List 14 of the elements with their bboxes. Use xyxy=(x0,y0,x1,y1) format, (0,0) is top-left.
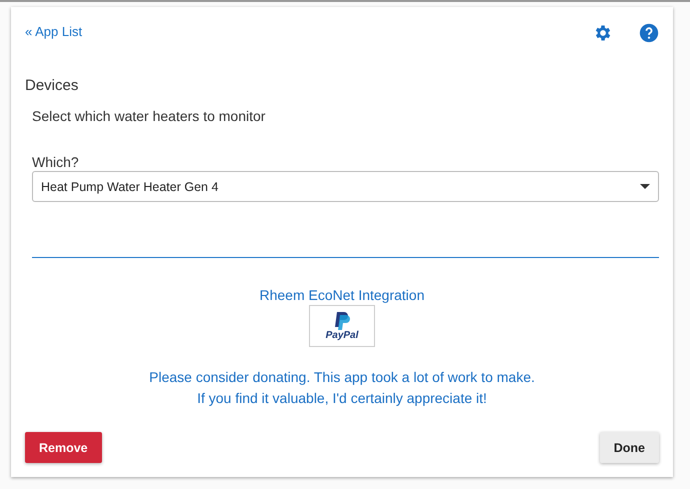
back-link[interactable]: « App List xyxy=(25,24,82,39)
settings-icon[interactable] xyxy=(593,23,613,43)
remove-button[interactable]: Remove xyxy=(25,432,102,463)
field-label: Which? xyxy=(32,154,80,170)
donation-text: If you find it valuable, I'd certainly appreciate it! xyxy=(197,390,487,406)
done-button[interactable]: Done xyxy=(600,432,659,463)
app-name: Rheem EcoNet Integration xyxy=(260,287,424,303)
section-description: Select which water heaters to monitor xyxy=(32,108,266,124)
dropdown-caret-icon xyxy=(640,184,650,189)
device-select[interactable]: Heat Pump Water Heater Gen 4 xyxy=(32,171,659,202)
donation-text: Please consider donating. This app took a lot of work to make. xyxy=(149,369,535,385)
help-icon[interactable] xyxy=(639,23,659,43)
section-title: Devices xyxy=(25,77,80,94)
paypal-logo[interactable]: PayPal xyxy=(309,305,375,347)
